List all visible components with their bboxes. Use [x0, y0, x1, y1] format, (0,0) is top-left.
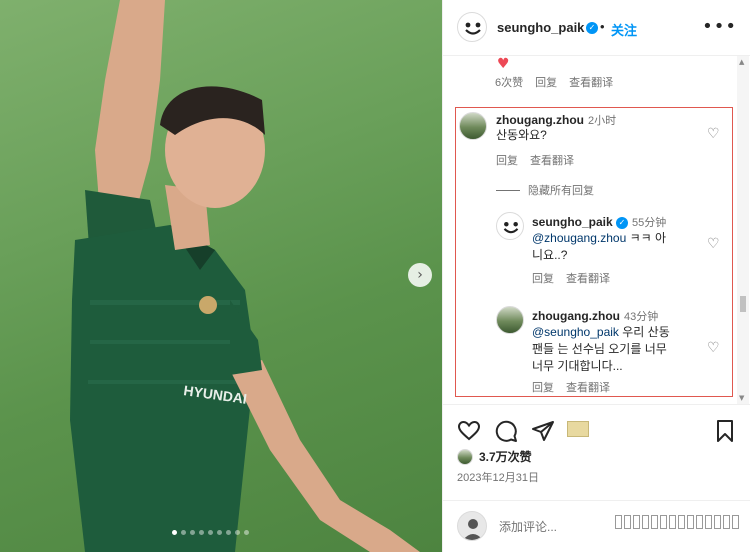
carousel-dot	[235, 530, 240, 535]
carousel-dot	[217, 530, 222, 535]
reply-text: @zhougang.zhou ㅋㅋ 아 니요..?	[532, 230, 692, 264]
separator: •	[600, 19, 605, 34]
post-header: seungho_paik ✓ • 关注 •••	[443, 0, 750, 56]
player-illustration: HYUNDAI	[70, 0, 420, 552]
reply-text-line: 너무 기대합니다...	[532, 359, 623, 373]
like-count[interactable]: 6次赞	[495, 74, 523, 90]
mention-link[interactable]: @zhougang.zhou	[532, 231, 626, 245]
watermark-glyph	[723, 515, 730, 529]
heart-filled-icon: ♥	[497, 56, 510, 72]
watermark-glyph	[687, 515, 694, 529]
comment-actions: 回复 查看翻译	[496, 152, 574, 168]
likes-count: 3.7万次赞	[479, 450, 532, 464]
reply-username[interactable]: zhougang.zhou	[532, 309, 620, 323]
liker-avatar	[457, 448, 473, 465]
carousel-dot	[208, 530, 213, 535]
watermark-glyph	[678, 515, 685, 529]
reply-text-line: 팬들 는 선수님 오기를 너무	[532, 342, 667, 356]
carousel-dot	[172, 530, 177, 535]
prev-comment-meta: 6次赞 回复 查看翻译	[495, 74, 613, 90]
carousel-dot	[199, 530, 204, 535]
watermark-logo	[615, 515, 739, 529]
reply-text-line: 니요..?	[532, 248, 568, 262]
watermark-glyph	[651, 515, 658, 529]
reply-button[interactable]: 回复	[496, 152, 518, 168]
reply-avatar[interactable]	[496, 212, 524, 240]
highlight-box: zhougang.zhou 2小时 산동와요? ♡ 回复 查看翻译 隐藏所有回复 …	[455, 107, 733, 397]
carousel-dots	[172, 530, 249, 535]
see-translation-button[interactable]: 查看翻译	[566, 379, 610, 395]
verified-badge-icon: ✓	[616, 216, 629, 229]
watermark-glyph	[615, 515, 622, 529]
see-translation-button[interactable]: 查看翻译	[566, 270, 610, 286]
scrollbar-thumb[interactable]	[740, 296, 746, 312]
see-translation-button[interactable]: 查看翻译	[569, 74, 613, 90]
watermark-glyph	[642, 515, 649, 529]
watermark-glyph	[705, 515, 712, 529]
post-photo[interactable]: HYUNDAI ›	[0, 0, 442, 552]
commenter-avatar[interactable]	[459, 112, 487, 140]
comments-scrollbar[interactable]: ▲ ▼	[737, 56, 749, 404]
verified-badge-icon: ✓	[586, 22, 598, 34]
reply-actions: 回复 查看翻译	[532, 270, 610, 286]
divider-line	[496, 189, 520, 191]
scroll-down-icon[interactable]: ▼	[739, 394, 744, 402]
chevron-right-icon[interactable]: ›	[408, 263, 432, 287]
reply-text-line: 우리 산동	[618, 325, 670, 339]
watermark-glyph	[696, 515, 703, 529]
reply-text: @seungho_paik 우리 산동 팬들 는 선수님 오기를 너무 너무 기…	[532, 324, 702, 375]
reply-actions: 回复 查看翻译	[532, 379, 610, 395]
reply-username[interactable]: seungho_paik	[532, 215, 613, 229]
comment-bubble-icon[interactable]	[494, 419, 518, 443]
reply-time: 43分钟	[623, 311, 659, 323]
reply-button[interactable]: 回复	[532, 379, 554, 395]
reply-button[interactable]: 回复	[532, 270, 554, 286]
reply-time: 55分钟	[632, 217, 667, 229]
carousel-dot	[244, 530, 249, 535]
comment-header: zhougang.zhou 2小时	[496, 112, 616, 128]
watermark-glyph	[633, 515, 640, 529]
current-user-avatar	[457, 511, 487, 541]
scroll-up-icon[interactable]: ▲	[739, 58, 744, 66]
post-date: 2023年12月31日	[457, 472, 539, 484]
author-avatar[interactable]	[457, 12, 487, 42]
paper-plane-icon[interactable]	[531, 419, 555, 443]
heart-outline-icon[interactable]	[457, 419, 481, 443]
reply-avatar[interactable]	[496, 306, 524, 334]
watermark-glyph	[669, 515, 676, 529]
likes-summary[interactable]: 3.7万次赞	[457, 448, 532, 465]
add-comment-bar: 添加评论...	[443, 500, 750, 552]
comment-time: 2小时	[587, 115, 617, 127]
mention-link[interactable]: @seungho_paik	[532, 325, 619, 339]
more-options-icon[interactable]: •••	[702, 16, 737, 37]
reply-text-line: ㅋㅋ 아	[626, 231, 667, 245]
hide-replies-toggle[interactable]: 隐藏所有回复	[496, 182, 594, 198]
heart-outline-icon[interactable]: ♡	[707, 126, 720, 142]
reply-button[interactable]: 回复	[535, 74, 557, 90]
bookmark-icon[interactable]	[713, 419, 737, 443]
sticker-image	[567, 421, 589, 437]
hide-replies-label: 隐藏所有回复	[528, 185, 594, 197]
action-bar	[443, 404, 750, 452]
reply-header: seungho_paik ✓ 55分钟	[532, 214, 666, 230]
add-comment-input[interactable]: 添加评论...	[499, 518, 557, 535]
comments-list: ♥ 6次赞 回复 查看翻译 zhougang.zhou 2小时 산동와요? ♡ 回…	[443, 56, 750, 404]
watermark-glyph	[714, 515, 721, 529]
follow-button[interactable]: 关注	[611, 20, 637, 39]
carousel-dot	[181, 530, 186, 535]
watermark-glyph	[660, 515, 667, 529]
carousel-dot	[190, 530, 195, 535]
author-username[interactable]: seungho_paik	[497, 20, 584, 35]
watermark-glyph	[732, 515, 739, 529]
heart-outline-icon[interactable]: ♡	[707, 236, 720, 252]
heart-outline-icon[interactable]: ♡	[707, 340, 720, 356]
post-side-panel: seungho_paik ✓ • 关注 ••• ♥ 6次赞 回复 查看翻译 zh…	[442, 0, 750, 552]
reply-header: zhougang.zhou 43分钟	[532, 308, 658, 324]
carousel-dot	[226, 530, 231, 535]
commenter-username[interactable]: zhougang.zhou	[496, 113, 584, 127]
watermark-glyph	[624, 515, 631, 529]
see-translation-button[interactable]: 查看翻译	[530, 152, 574, 168]
comment-text: 산동와요?	[496, 128, 547, 142]
